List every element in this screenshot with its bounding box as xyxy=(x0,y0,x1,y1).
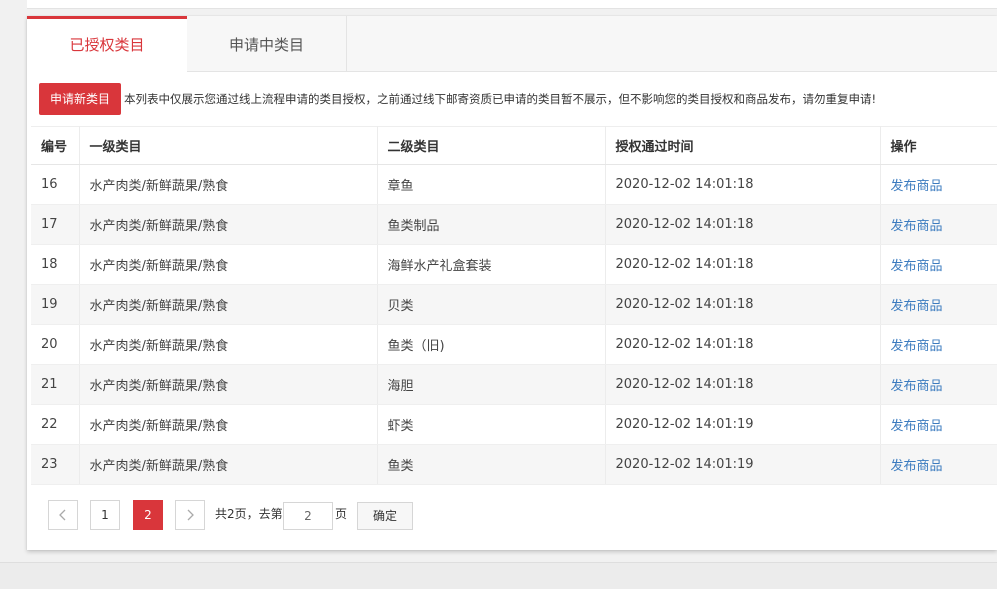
row-actions: 发布商品 xyxy=(880,204,997,245)
table-row: 22 水产肉类/新鲜蔬果/熟食 虾类 2020-12-02 14:01:19 发… xyxy=(31,404,997,445)
header-level2-category: 二级类目 xyxy=(377,126,606,165)
row-actions: 发布商品 xyxy=(880,164,997,205)
table-row: 21 水产肉类/新鲜蔬果/熟食 海胆 2020-12-02 14:01:18 发… xyxy=(31,364,997,405)
row-level2-category: 鱼类制品 xyxy=(377,204,606,245)
row-id: 20 xyxy=(31,324,80,365)
publish-product-link[interactable]: 发布商品 xyxy=(891,299,943,314)
next-page-button[interactable] xyxy=(175,500,205,530)
header-approval-time: 授权通过时间 xyxy=(605,126,881,165)
row-id: 21 xyxy=(31,364,80,405)
row-level2-category: 虾类 xyxy=(377,404,606,445)
row-actions: 发布商品 xyxy=(880,324,997,365)
tab-bar: 已授权类目 申请中类目 xyxy=(27,16,997,72)
row-approval-time: 2020-12-02 14:01:18 xyxy=(605,364,881,405)
row-level2-category: 贝类 xyxy=(377,284,606,325)
category-table: 编号 一级类目 二级类目 授权通过时间 操作 16 水产肉类/新鲜蔬果/熟食 章… xyxy=(31,126,997,485)
row-level2-category: 章鱼 xyxy=(377,164,606,205)
tab-authorized-categories[interactable]: 已授权类目 xyxy=(27,16,187,72)
header-actions: 操作 xyxy=(880,126,997,165)
row-level2-category: 鱼类（旧) xyxy=(377,324,606,365)
bottom-panel-edge xyxy=(0,562,997,589)
row-level1-category: 水产肉类/新鲜蔬果/熟食 xyxy=(79,244,378,285)
row-id: 17 xyxy=(31,204,80,245)
row-level2-category: 海胆 xyxy=(377,364,606,405)
row-approval-time: 2020-12-02 14:01:18 xyxy=(605,244,881,285)
row-actions: 发布商品 xyxy=(880,364,997,405)
row-id: 16 xyxy=(31,164,80,205)
prev-page-button[interactable] xyxy=(48,500,78,530)
row-level1-category: 水产肉类/新鲜蔬果/熟食 xyxy=(79,444,378,485)
publish-product-link[interactable]: 发布商品 xyxy=(891,419,943,434)
row-level1-category: 水产肉类/新鲜蔬果/熟食 xyxy=(79,284,378,325)
table-header-row: 编号 一级类目 二级类目 授权通过时间 操作 xyxy=(31,126,997,165)
row-id: 23 xyxy=(31,444,80,485)
table-row: 17 水产肉类/新鲜蔬果/熟食 鱼类制品 2020-12-02 14:01:18… xyxy=(31,204,997,245)
row-level1-category: 水产肉类/新鲜蔬果/熟食 xyxy=(79,364,378,405)
chevron-left-icon xyxy=(59,509,66,521)
row-actions: 发布商品 xyxy=(880,244,997,285)
row-level2-category: 海鲜水产礼盒套装 xyxy=(377,244,606,285)
row-approval-time: 2020-12-02 14:01:19 xyxy=(605,404,881,445)
category-card: 已授权类目 申请中类目 申请新类目 本列表中仅展示您通过线上流程申请的类目授权，… xyxy=(27,16,997,550)
row-level1-category: 水产肉类/新鲜蔬果/熟食 xyxy=(79,404,378,445)
page-suffix-text: 页 xyxy=(335,507,348,521)
row-level1-category: 水产肉类/新鲜蔬果/熟食 xyxy=(79,204,378,245)
row-approval-time: 2020-12-02 14:01:18 xyxy=(605,324,881,365)
row-level2-category: 鱼类 xyxy=(377,444,606,485)
publish-product-link[interactable]: 发布商品 xyxy=(891,219,943,234)
notice-bar: 申请新类目 本列表中仅展示您通过线上流程申请的类目授权，之前通过线下邮寄资质已申… xyxy=(39,83,989,115)
row-approval-time: 2020-12-02 14:01:19 xyxy=(605,444,881,485)
table-row: 23 水产肉类/新鲜蔬果/熟食 鱼类 2020-12-02 14:01:19 发… xyxy=(31,444,997,485)
top-panel-edge xyxy=(27,0,997,9)
publish-product-link[interactable]: 发布商品 xyxy=(891,259,943,274)
page-1-button[interactable]: 1 xyxy=(90,500,120,530)
row-level1-category: 水产肉类/新鲜蔬果/熟食 xyxy=(79,164,378,205)
pagination: 1 2 共2页，去第 页 确定 xyxy=(48,500,648,530)
table-row: 18 水产肉类/新鲜蔬果/熟食 海鲜水产礼盒套装 2020-12-02 14:0… xyxy=(31,244,997,285)
row-id: 22 xyxy=(31,404,80,445)
header-level1-category: 一级类目 xyxy=(79,126,378,165)
table-row: 20 水产肉类/新鲜蔬果/熟食 鱼类（旧) 2020-12-02 14:01:1… xyxy=(31,324,997,365)
publish-product-link[interactable]: 发布商品 xyxy=(891,379,943,394)
chevron-right-icon xyxy=(187,509,194,521)
tab-pending-categories[interactable]: 申请中类目 xyxy=(187,16,347,71)
table-row: 19 水产肉类/新鲜蔬果/熟食 贝类 2020-12-02 14:01:18 发… xyxy=(31,284,997,325)
header-id: 编号 xyxy=(31,126,80,165)
apply-new-category-button[interactable]: 申请新类目 xyxy=(39,83,121,115)
total-pages-text: 共2页，去第 xyxy=(215,507,283,521)
row-actions: 发布商品 xyxy=(880,284,997,325)
row-actions: 发布商品 xyxy=(880,444,997,485)
publish-product-link[interactable]: 发布商品 xyxy=(891,179,943,194)
table-row: 16 水产肉类/新鲜蔬果/熟食 章鱼 2020-12-02 14:01:18 发… xyxy=(31,164,997,205)
row-approval-time: 2020-12-02 14:01:18 xyxy=(605,284,881,325)
notice-text: 本列表中仅展示您通过线上流程申请的类目授权，之前通过线下邮寄资质已申请的类目暂不… xyxy=(124,92,877,106)
row-id: 18 xyxy=(31,244,80,285)
row-level1-category: 水产肉类/新鲜蔬果/熟食 xyxy=(79,324,378,365)
publish-product-link[interactable]: 发布商品 xyxy=(891,459,943,474)
row-actions: 发布商品 xyxy=(880,404,997,445)
goto-page-input[interactable] xyxy=(283,502,333,530)
goto-confirm-button[interactable]: 确定 xyxy=(357,502,413,530)
page-2-button[interactable]: 2 xyxy=(133,500,163,530)
row-approval-time: 2020-12-02 14:01:18 xyxy=(605,204,881,245)
row-id: 19 xyxy=(31,284,80,325)
publish-product-link[interactable]: 发布商品 xyxy=(891,339,943,354)
row-approval-time: 2020-12-02 14:01:18 xyxy=(605,164,881,205)
